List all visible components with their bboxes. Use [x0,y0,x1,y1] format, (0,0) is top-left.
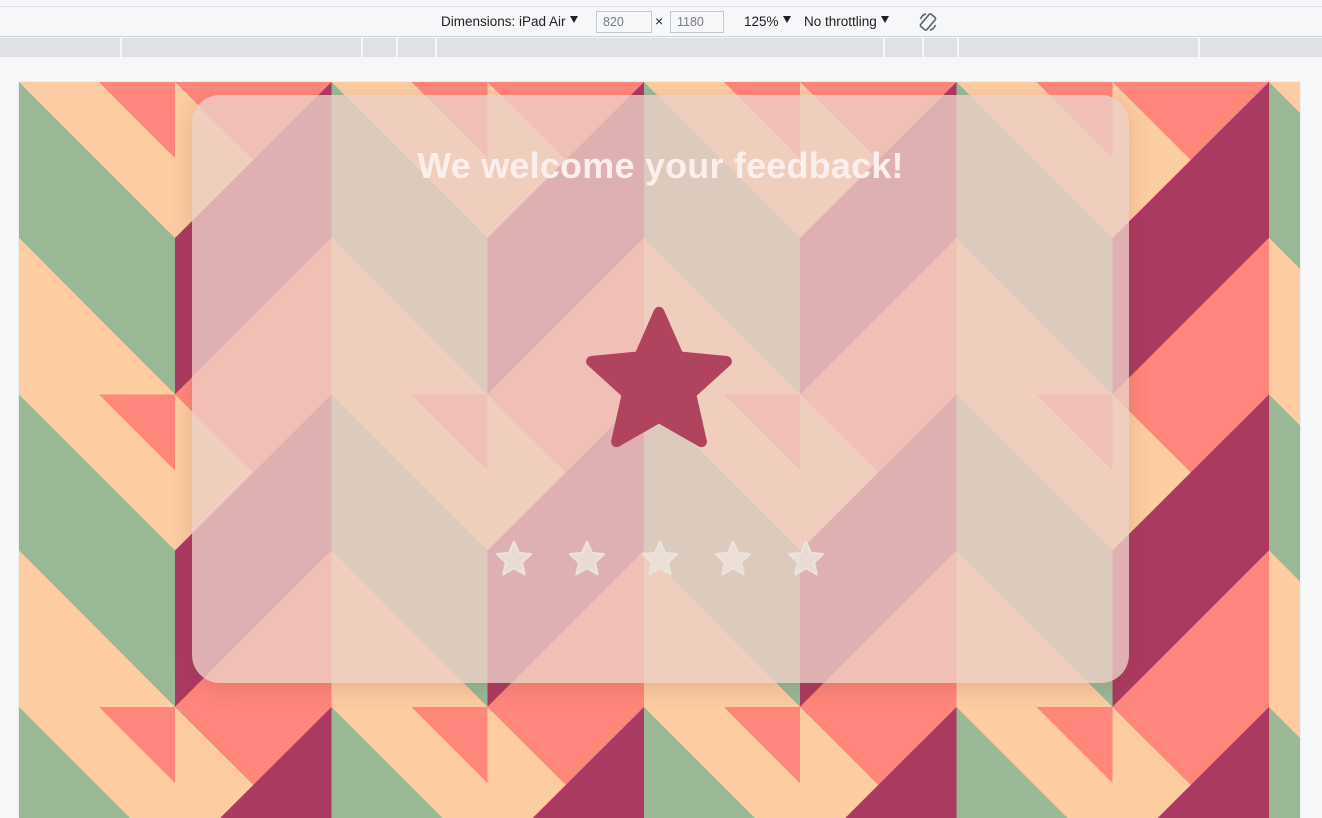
ruler-divider [922,38,924,57]
rating-stars [492,538,832,580]
page-title: We welcome your feedback! [417,145,904,186]
throttling-select[interactable]: No throttling [804,7,889,36]
dimension-separator: × [655,13,664,29]
media-query-bar[interactable] [0,38,1322,57]
rotate-icon[interactable] [917,11,939,33]
ruler-divider [361,38,363,57]
rating-star-4[interactable] [711,538,755,580]
device-toolbar: Dimensions: iPad Air × 125% No throttlin… [0,6,1322,37]
device-select-label: Dimensions: iPad Air [441,14,566,29]
width-input[interactable] [596,11,652,33]
ruler-divider [883,38,885,57]
chevron-down-icon [569,16,578,23]
star-icon [641,540,679,576]
star-icon [568,540,606,576]
ruler-divider [396,38,398,57]
star-icon [586,306,732,448]
star-icon [714,540,752,576]
device-viewport: We welcome your feedback! [19,82,1300,818]
feedback-card: We welcome your feedback! [192,95,1129,683]
device-select[interactable]: Dimensions: iPad Air [441,7,578,36]
rating-star-3[interactable] [638,538,682,580]
ruler-divider [1198,38,1200,57]
chevron-down-icon [880,16,889,23]
rating-star-5[interactable] [784,538,828,580]
star-icon [787,540,825,576]
zoom-select[interactable]: 125% [744,7,791,36]
ruler-divider [120,38,122,57]
throttling-label: No throttling [804,14,877,29]
ruler-divider [435,38,437,57]
chevron-down-icon [782,16,791,23]
rating-star-2[interactable] [565,538,609,580]
star-icon [495,540,533,576]
rating-star-1[interactable] [492,538,536,580]
height-input[interactable] [670,11,724,33]
zoom-label: 125% [744,14,779,29]
ruler-divider [957,38,959,57]
